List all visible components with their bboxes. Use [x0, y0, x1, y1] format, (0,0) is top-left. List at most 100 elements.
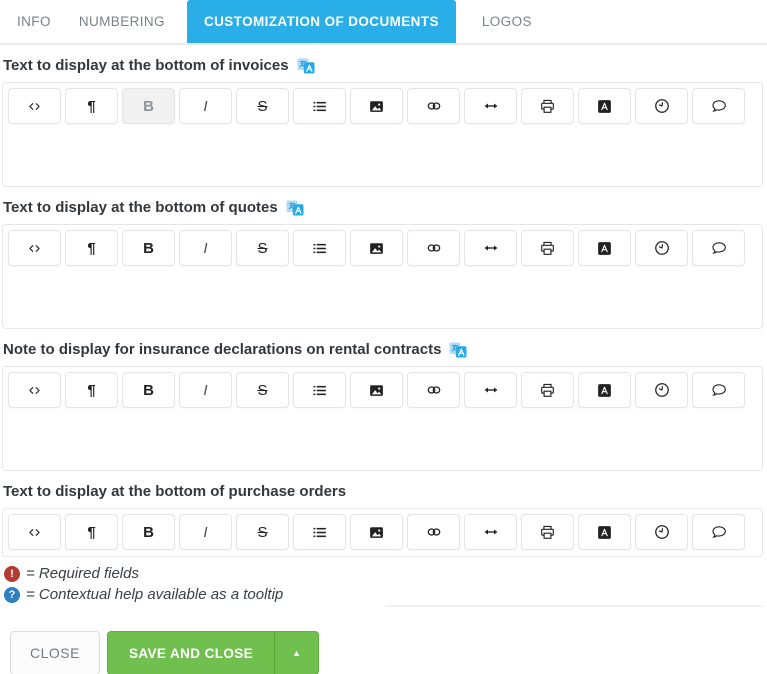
italic-button[interactable]: I [179, 88, 232, 124]
paragraph-button[interactable]: ¶ [65, 372, 118, 408]
clock-button[interactable] [635, 230, 688, 266]
print-icon [539, 98, 556, 115]
tab-info[interactable]: INFO [15, 0, 53, 43]
paragraph-icon: ¶ [87, 241, 95, 256]
comment-button[interactable] [692, 230, 745, 266]
invoice-footer-label: Text to display at the bottom of invoice… [3, 57, 289, 74]
strikethrough-button[interactable]: S [236, 230, 289, 266]
horizontal-arrows-button[interactable] [464, 514, 517, 550]
quote-footer-section: Text to display at the bottom of quotes … [2, 199, 763, 329]
clock-icon [653, 239, 671, 257]
source-code-button[interactable] [8, 372, 61, 408]
divider [385, 605, 763, 607]
letter-a-box-icon [596, 98, 613, 115]
source-code-button[interactable] [8, 230, 61, 266]
clock-button[interactable] [635, 372, 688, 408]
print-button[interactable] [521, 514, 574, 550]
translate-icon[interactable] [449, 342, 467, 358]
source-code-icon [26, 240, 43, 257]
bold-button[interactable]: B [122, 372, 175, 408]
italic-button[interactable]: I [179, 514, 232, 550]
bullet-list-button[interactable] [293, 230, 346, 266]
footer-actions: CLOSE SAVE AND CLOSE ▲ [10, 631, 763, 674]
customization-panel: Text to display at the bottom of invoice… [0, 57, 767, 674]
purchase-order-footer-section: Text to display at the bottom of purchas… [2, 483, 763, 557]
clock-button[interactable] [635, 88, 688, 124]
image-button[interactable] [350, 230, 403, 266]
source-code-button[interactable] [8, 514, 61, 550]
strikethrough-button[interactable]: S [236, 372, 289, 408]
link-button[interactable] [407, 372, 460, 408]
comment-button[interactable] [692, 514, 745, 550]
letter-a-box-button[interactable] [578, 514, 631, 550]
tab-customization-of-documents[interactable]: CUSTOMIZATION OF DOCUMENTS [187, 0, 456, 43]
quote-footer-label: Text to display at the bottom of quotes [3, 199, 278, 216]
editor-content[interactable] [3, 555, 762, 556]
invoice-footer-section: Text to display at the bottom of invoice… [2, 57, 763, 187]
strikethrough-button[interactable]: S [236, 88, 289, 124]
comment-button[interactable] [692, 372, 745, 408]
bullet-list-button[interactable] [293, 514, 346, 550]
bullet-list-button[interactable] [293, 88, 346, 124]
paragraph-button[interactable]: ¶ [65, 230, 118, 266]
clock-icon [653, 381, 671, 399]
editor-content[interactable] [3, 129, 762, 186]
tab-numbering[interactable]: NUMBERING [77, 0, 167, 43]
horizontal-arrows-icon [482, 523, 500, 541]
horizontal-arrows-button[interactable] [464, 372, 517, 408]
comment-button[interactable] [692, 88, 745, 124]
comment-icon [710, 381, 728, 399]
horizontal-arrows-button[interactable] [464, 88, 517, 124]
help-legend-text: = Contextual help available as a tooltip [26, 586, 283, 603]
caret-up-icon: ▲ [292, 648, 301, 658]
tab-bar: INFO NUMBERING CUSTOMIZATION OF DOCUMENT… [0, 0, 767, 45]
strikethrough-button[interactable]: S [236, 514, 289, 550]
save-and-close-button[interactable]: SAVE AND CLOSE [108, 632, 274, 674]
image-button[interactable] [350, 88, 403, 124]
translate-icon[interactable] [286, 200, 304, 216]
image-button[interactable] [350, 514, 403, 550]
italic-icon: I [203, 525, 207, 540]
image-icon [368, 240, 385, 257]
letter-a-box-button[interactable] [578, 88, 631, 124]
editor-toolbar: ¶BIS [3, 83, 762, 129]
save-options-dropdown-button[interactable]: ▲ [274, 632, 318, 674]
link-button[interactable] [407, 230, 460, 266]
close-button[interactable]: CLOSE [10, 631, 100, 674]
print-icon [539, 240, 556, 257]
clock-button[interactable] [635, 514, 688, 550]
clock-icon [653, 523, 671, 541]
editor-content[interactable] [3, 271, 762, 328]
letter-a-box-button[interactable] [578, 372, 631, 408]
print-button[interactable] [521, 88, 574, 124]
link-button[interactable] [407, 88, 460, 124]
help-icon: ? [4, 587, 20, 603]
strikethrough-icon: S [257, 383, 267, 398]
image-icon [368, 524, 385, 541]
image-button[interactable] [350, 372, 403, 408]
contextual-help-legend: ? = Contextual help available as a toolt… [4, 584, 763, 605]
letter-a-box-button[interactable] [578, 230, 631, 266]
italic-icon: I [203, 383, 207, 398]
required-fields-legend: ! = Required fields [4, 563, 763, 584]
bold-button[interactable]: B [122, 230, 175, 266]
italic-button[interactable]: I [179, 230, 232, 266]
translate-icon[interactable] [297, 58, 315, 74]
letter-a-box-icon [596, 524, 613, 541]
horizontal-arrows-icon [482, 381, 500, 399]
paragraph-button[interactable]: ¶ [65, 514, 118, 550]
source-code-button[interactable] [8, 88, 61, 124]
bold-button[interactable]: B [122, 514, 175, 550]
horizontal-arrows-button[interactable] [464, 230, 517, 266]
link-button[interactable] [407, 514, 460, 550]
paragraph-button[interactable]: ¶ [65, 88, 118, 124]
print-button[interactable] [521, 372, 574, 408]
paragraph-icon: ¶ [87, 383, 95, 398]
print-button[interactable] [521, 230, 574, 266]
print-icon [539, 382, 556, 399]
tab-logos[interactable]: LOGOS [480, 0, 534, 43]
bullet-list-button[interactable] [293, 372, 346, 408]
editor-content[interactable] [3, 413, 762, 470]
bold-button[interactable]: B [122, 88, 175, 124]
italic-button[interactable]: I [179, 372, 232, 408]
